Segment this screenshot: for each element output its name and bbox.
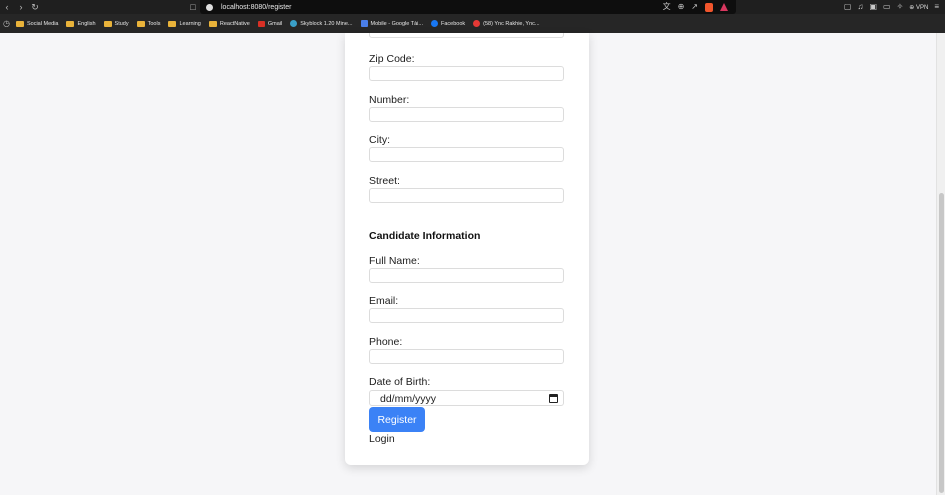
back-icon[interactable]: ‹ [0,0,14,14]
bookmark-reactnative[interactable]: ReactNative [208,20,250,27]
bookmark-label: English [77,20,96,27]
sheets-icon [360,20,368,27]
leo-icon[interactable]: ✧ [897,0,904,14]
page-scrollbar[interactable] [936,33,945,495]
history-icon[interactable]: ◷ [3,19,10,28]
forward-icon[interactable]: › [14,0,28,14]
folder-icon [15,20,24,27]
bookmark-label: Gmail [267,20,283,27]
globe-icon [290,20,298,27]
bookmark-facebook[interactable]: Facebook [430,20,466,27]
login-link[interactable]: Login [369,433,395,445]
folder-icon [136,20,145,27]
previous-input-field[interactable] [369,33,564,38]
city-label: City: [369,134,390,146]
street-label: Street: [369,175,400,187]
number-label: Number: [369,94,410,106]
vpn-button[interactable]: ⊕ VPN [909,4,928,11]
zip-code-label: Zip Code: [369,53,415,65]
folder-icon [103,20,112,27]
bookmark-label: Tools [147,20,161,27]
extensions-icon[interactable]: ▢ [844,0,852,14]
bookmark-icon[interactable]: □ [186,0,200,14]
bookmark-label: Skyblock 1.20 Mine... [300,20,353,27]
bookmark-tools[interactable]: Tools [136,20,161,27]
bookmark-google-sheets[interactable]: Mobile - Google Tài... [360,20,423,27]
brave-rewards-icon[interactable] [720,3,728,11]
url-text: localhost:8080/register [221,3,292,11]
city-input[interactable] [369,147,564,162]
bookmark-social-media[interactable]: Social Media [15,20,59,27]
bookmark-label: Study [114,20,129,27]
folder-icon [66,20,75,27]
share-icon[interactable]: ↗ [691,0,698,14]
dob-input[interactable]: dd/mm/yyyy [369,390,564,406]
full-name-label: Full Name: [369,255,420,267]
zoom-icon[interactable]: ⊕ [678,0,685,14]
dob-label: Date of Birth: [369,376,431,388]
register-button[interactable]: Register [369,407,425,432]
sidebar-icon[interactable]: ▣ [869,0,877,14]
candidate-section-title: Candidate Information [369,230,481,242]
wallet-icon[interactable]: ▭ [883,0,891,14]
gmail-icon [257,20,265,27]
media-icon[interactable]: ♫ [857,0,863,14]
email-input[interactable] [369,308,564,323]
full-name-input[interactable] [369,268,564,283]
browser-toolbar: ‹ › ↻ □ localhost:8080/register 文 ⊕ ↗ ▢ … [0,0,945,14]
bookmark-label: ReactNative [219,20,250,27]
bookmark-skyblock[interactable]: Skyblock 1.20 Mine... [290,20,353,27]
scrollbar-thumb[interactable] [939,193,944,493]
calendar-icon[interactable] [549,394,558,403]
phone-label: Phone: [369,336,403,348]
zip-code-input[interactable] [369,66,564,81]
bookmark-learning[interactable]: Learning [168,20,201,27]
facebook-icon [430,20,438,27]
youtube-icon [473,20,481,27]
bookmark-label: Social Media [26,20,59,27]
folder-icon [168,20,177,27]
translate-icon[interactable]: 文 [663,0,671,14]
site-info-icon[interactable] [206,3,213,11]
register-form-card: Zip Code: Number: City: Street: Candidat… [345,33,589,465]
vpn-label: VPN [915,4,929,11]
bookmark-label: Learning [179,20,201,27]
bookmark-english[interactable]: English [66,20,96,27]
bookmark-label: Facebook [440,20,466,27]
phone-input[interactable] [369,349,564,364]
bookmark-label: (58) Ync Rakhie, Ync... [483,20,540,27]
brave-shield-icon[interactable] [705,2,713,12]
street-input[interactable] [369,188,564,203]
number-input[interactable] [369,107,564,122]
bookmark-youtube[interactable]: (58) Ync Rakhie, Ync... [473,20,540,27]
bookmark-study[interactable]: Study [103,20,129,27]
reload-icon[interactable]: ↻ [28,0,42,14]
menu-icon[interactable]: ≡ [934,0,939,14]
email-label: Email: [369,295,399,307]
dob-placeholder: dd/mm/yyyy [380,393,437,405]
bookmark-gmail[interactable]: Gmail [257,20,283,27]
bookmark-label: Mobile - Google Tài... [370,20,423,27]
address-bar[interactable]: localhost:8080/register 文 ⊕ ↗ [200,0,736,14]
folder-icon [208,20,217,27]
bookmarks-bar: ◷ Social Media English Study Tools Learn… [0,14,945,33]
